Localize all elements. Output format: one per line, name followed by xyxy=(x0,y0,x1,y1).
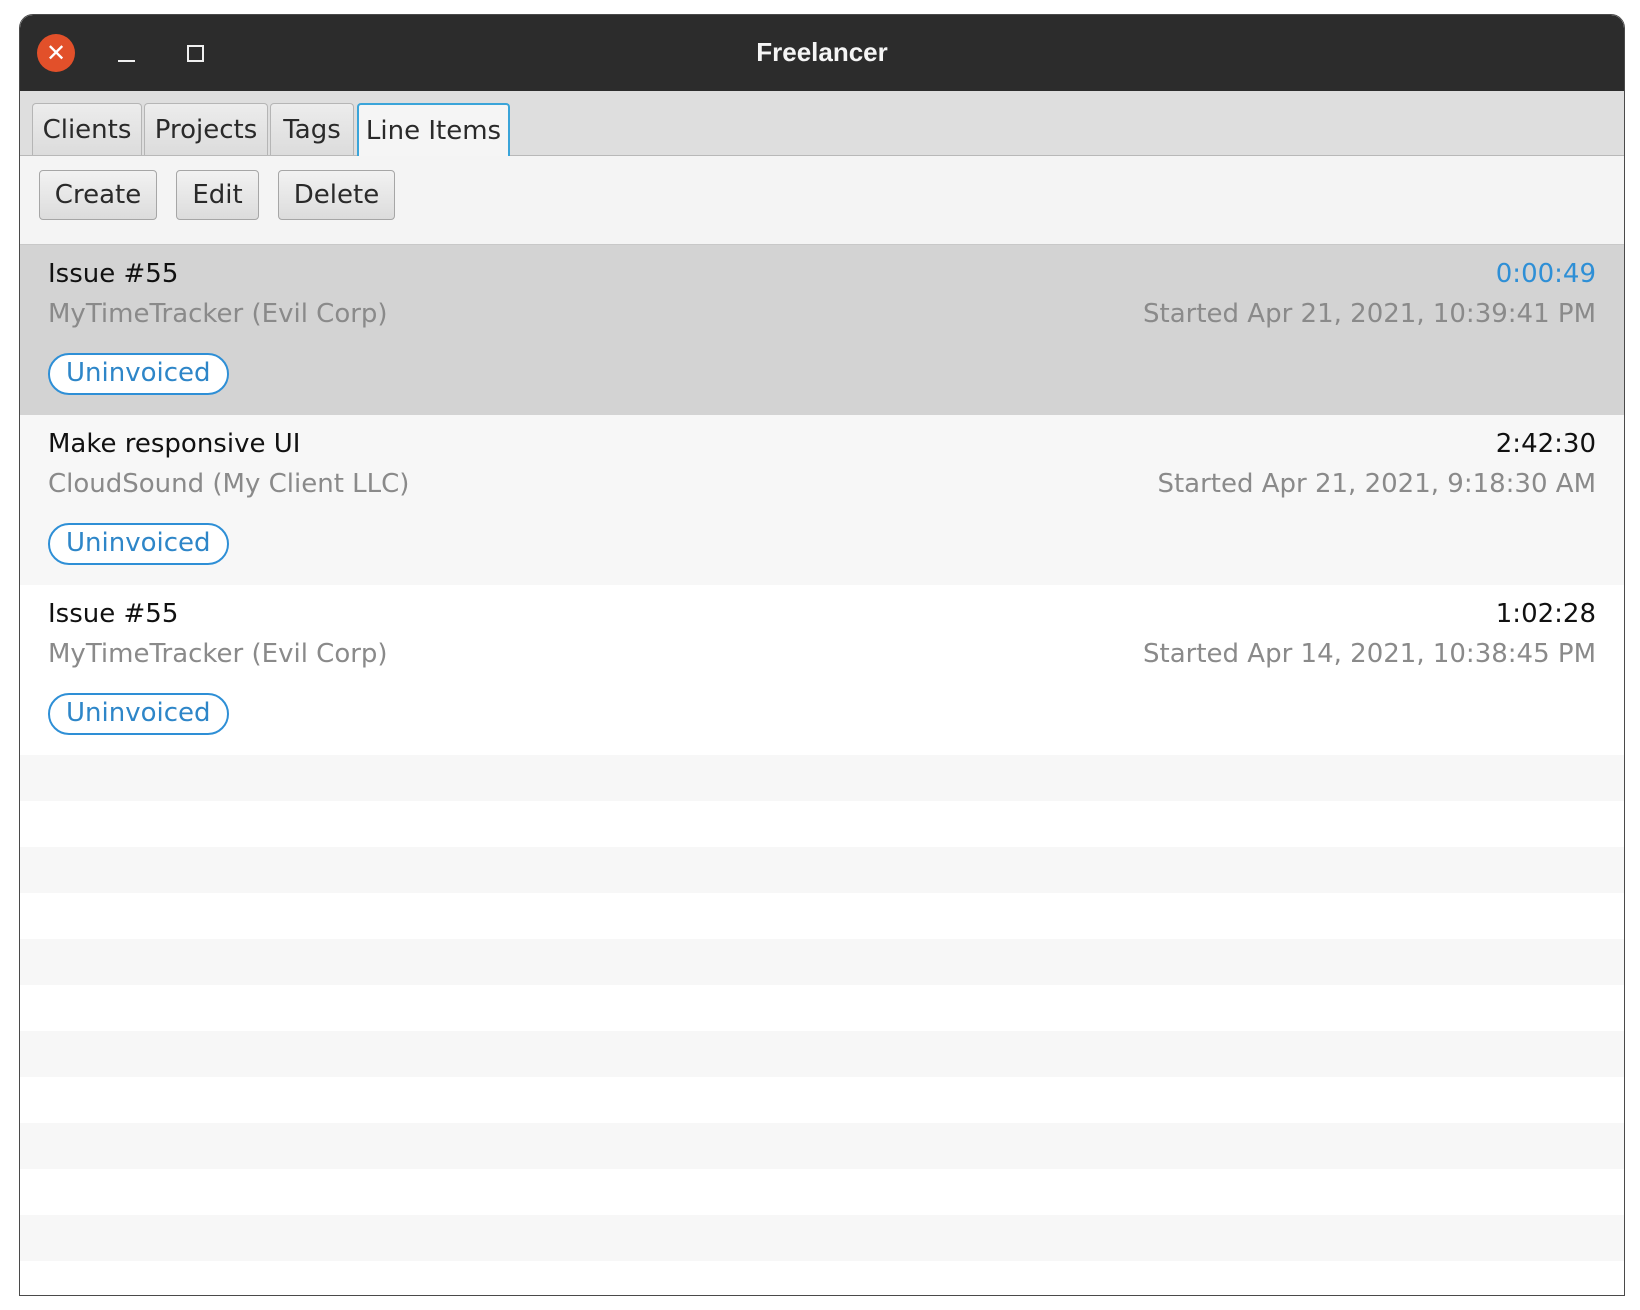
title-bar[interactable]: ✕ Freelancer xyxy=(20,15,1624,91)
app-window: ✕ Freelancer Clients Projects Tags Line … xyxy=(19,14,1625,1296)
empty-row xyxy=(20,755,1624,801)
tab-clients[interactable]: Clients xyxy=(32,103,142,155)
line-item-duration: 2:42:30 xyxy=(1495,429,1596,459)
tab-projects[interactable]: Projects xyxy=(144,103,268,155)
tab-bar: Clients Projects Tags Line Items xyxy=(20,91,1624,156)
list-item[interactable]: Make responsive UI CloudSound (My Client… xyxy=(20,415,1624,585)
line-item-duration: 1:02:28 xyxy=(1495,599,1596,629)
line-items-list[interactable]: Issue #55 MyTimeTracker (Evil Corp) 0:00… xyxy=(20,245,1624,1295)
maximize-icon[interactable] xyxy=(178,37,212,71)
empty-row xyxy=(20,893,1624,939)
empty-row xyxy=(20,1215,1624,1261)
line-item-name: Issue #55 xyxy=(48,599,179,629)
tab-tags[interactable]: Tags xyxy=(270,103,354,155)
empty-row xyxy=(20,847,1624,893)
line-item-name: Issue #55 xyxy=(48,259,179,289)
empty-row xyxy=(20,1123,1624,1169)
line-item-name: Make responsive UI xyxy=(48,429,301,459)
tab-line-items[interactable]: Line Items xyxy=(357,103,510,156)
line-item-started: Started Apr 14, 2021, 10:38:45 PM xyxy=(1143,639,1596,669)
empty-row xyxy=(20,1077,1624,1123)
status-badge: Uninvoiced xyxy=(48,693,229,735)
line-item-duration: 0:00:49 xyxy=(1495,259,1596,289)
list-item[interactable]: Issue #55 MyTimeTracker (Evil Corp) 0:00… xyxy=(20,245,1624,415)
status-badge: Uninvoiced xyxy=(48,353,229,395)
close-icon[interactable]: ✕ xyxy=(37,34,75,72)
line-item-started: Started Apr 21, 2021, 9:18:30 AM xyxy=(1157,469,1596,499)
delete-button[interactable]: Delete xyxy=(278,170,395,220)
empty-row xyxy=(20,985,1624,1031)
empty-row xyxy=(20,939,1624,985)
empty-row xyxy=(20,801,1624,847)
empty-row xyxy=(20,1169,1624,1215)
list-item[interactable]: Issue #55 MyTimeTracker (Evil Corp) 1:02… xyxy=(20,585,1624,755)
empty-row xyxy=(20,1031,1624,1077)
minimize-icon[interactable] xyxy=(110,37,144,71)
create-button[interactable]: Create xyxy=(39,170,157,220)
empty-row xyxy=(20,1261,1624,1295)
edit-button[interactable]: Edit xyxy=(176,170,259,220)
toolbar: Create Edit Delete xyxy=(20,156,1624,245)
line-item-project: MyTimeTracker (Evil Corp) xyxy=(48,299,388,329)
line-item-project: MyTimeTracker (Evil Corp) xyxy=(48,639,388,669)
window-title: Freelancer xyxy=(756,37,888,67)
line-item-started: Started Apr 21, 2021, 10:39:41 PM xyxy=(1143,299,1596,329)
status-badge: Uninvoiced xyxy=(48,523,229,565)
line-item-project: CloudSound (My Client LLC) xyxy=(48,469,410,499)
